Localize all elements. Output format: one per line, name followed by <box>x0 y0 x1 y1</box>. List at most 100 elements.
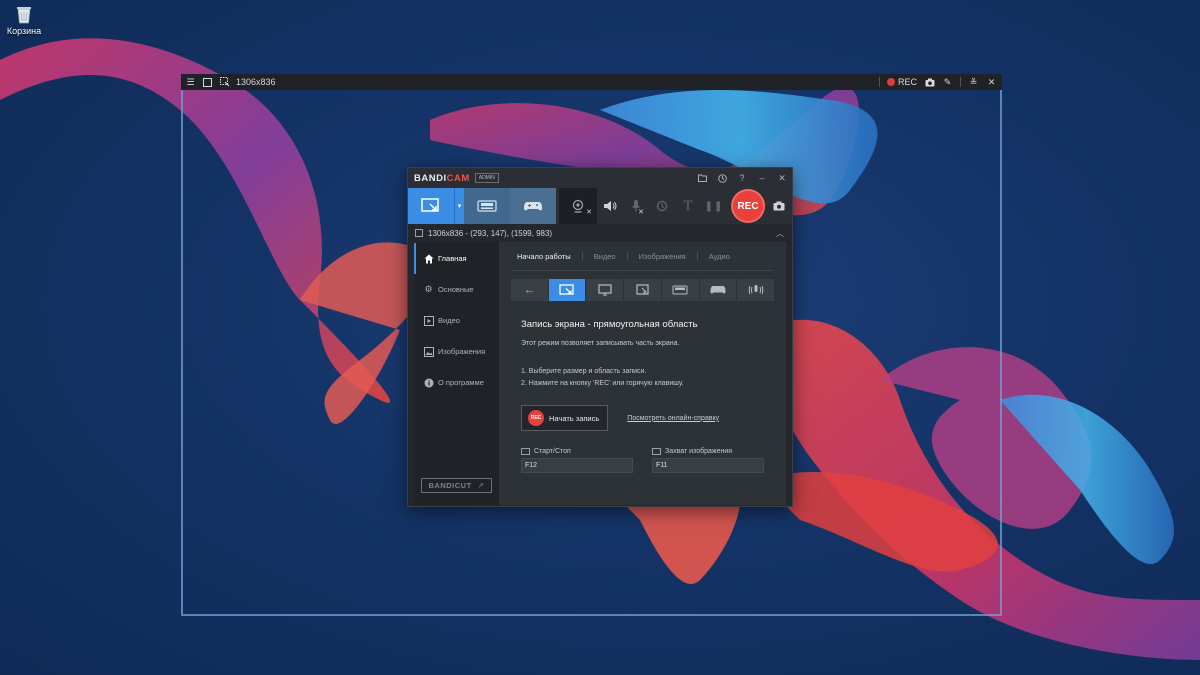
mode-hdmi[interactable] <box>661 279 699 301</box>
speaker-icon <box>604 201 617 211</box>
cursor-area-icon <box>635 284 649 295</box>
divider <box>878 77 880 87</box>
mode-selector: ← <box>511 279 775 301</box>
bandicut-label: BANDICUT <box>428 481 472 490</box>
fullscreen-toggle-icon[interactable] <box>202 77 213 88</box>
app-logo: BANDICAM <box>414 172 470 184</box>
divider <box>696 252 698 260</box>
help-icon[interactable]: ? <box>732 168 752 188</box>
divider <box>626 252 628 260</box>
tab-bar: Начало работы Видео Изображения Аудио <box>511 242 774 271</box>
screenshot-button[interactable] <box>769 188 789 224</box>
start-recording-label: Начать запись <box>549 413 600 423</box>
external-link-icon: ↗ <box>477 481 485 490</box>
tab-getting-started[interactable]: Начало работы <box>511 252 576 261</box>
collapse-up-icon[interactable]: ︿ <box>776 228 784 239</box>
mode-around-mouse[interactable] <box>624 279 661 301</box>
gamepad-icon <box>710 286 726 294</box>
folder-icon[interactable] <box>692 168 712 188</box>
keyboard-icon <box>652 448 661 455</box>
cursor-click-icon <box>656 200 668 212</box>
timer-icon[interactable] <box>712 168 732 188</box>
mode-rectangle[interactable] <box>548 279 586 301</box>
bandicut-button[interactable]: BANDICUT ↗ <box>421 478 492 493</box>
instructions: 1. Выберите размер и область записи. 2. … <box>521 366 764 390</box>
mode-game[interactable] <box>699 279 737 301</box>
pencil-icon[interactable]: ✎ <box>942 77 953 88</box>
tab-audio[interactable]: Аудио <box>704 252 735 261</box>
hotkey-label-row: Старт/Стоп <box>521 448 633 455</box>
tab-video[interactable]: Видео <box>589 252 621 261</box>
keyboard-icon <box>521 448 530 455</box>
collapse-icon[interactable]: ≚ <box>968 77 979 88</box>
mode-fullscreen[interactable] <box>586 279 624 301</box>
hotkey-screenshot-field[interactable]: F11 <box>652 458 764 473</box>
hotkey-label: Захват изображения <box>665 448 733 455</box>
pause-button[interactable]: ❚❚ <box>701 188 727 224</box>
hotkey-screenshot: Захват изображения F11 <box>652 448 764 473</box>
sidebar-item-label: Изображения <box>438 347 486 356</box>
camera-icon <box>773 201 785 211</box>
microphone-button[interactable]: ✕ <box>623 188 649 224</box>
game-mode-button[interactable] <box>510 188 556 224</box>
close-icon[interactable]: ✕ <box>986 77 997 88</box>
rec-button[interactable]: REC <box>731 189 765 223</box>
minimize-icon[interactable]: – <box>752 168 772 188</box>
gear-icon: ⚙ <box>424 284 433 294</box>
rec-toggle[interactable]: REC <box>886 77 917 87</box>
select-region-icon[interactable] <box>219 77 230 88</box>
disabled-x-icon: ✕ <box>586 209 592 216</box>
close-icon[interactable]: ✕ <box>772 168 792 188</box>
tab-images[interactable]: Изображения <box>634 252 691 261</box>
hdmi-device-icon <box>477 200 497 212</box>
menu-icon[interactable]: ☰ <box>185 77 196 88</box>
rectangle-area-icon <box>421 198 439 212</box>
rec-badge-icon: REC <box>528 410 544 426</box>
image-icon <box>423 346 434 357</box>
region-info-bar: 1306x836 - (293, 147), (1599, 983) ︿ <box>408 224 792 242</box>
webcam-icon <box>572 199 584 213</box>
window-body: Главная ⚙ Основные Видео Изображения О п… <box>414 242 786 505</box>
hotkeys-row: Старт/Стоп F12 Захват изображения F11 <box>521 448 764 473</box>
sidebar-item-video[interactable]: Видео <box>414 305 499 336</box>
mode-audio-only[interactable] <box>737 279 775 301</box>
mode-dropdown-button[interactable]: ▾ <box>454 188 464 224</box>
sidebar-item-about[interactable]: О программе <box>414 367 499 398</box>
section-title: Запись экрана - прямоугольная область <box>521 319 698 330</box>
action-row: REC Начать запись Посмотреть онлайн-спра… <box>521 405 764 431</box>
recycle-bin-label: Корзина <box>6 26 42 36</box>
region-checkbox[interactable] <box>415 229 423 237</box>
mouse-effect-button[interactable] <box>649 188 675 224</box>
home-icon <box>423 253 434 264</box>
capture-region-toolbar[interactable]: ☰ 1306x836 REC ✎ ≚ ✕ <box>181 74 1002 90</box>
desktop-recycle-bin[interactable]: Корзина <box>6 4 42 36</box>
camera-icon[interactable] <box>924 77 935 88</box>
pause-icon: ❚❚ <box>704 200 724 212</box>
hotkey-label-row: Захват изображения <box>652 448 764 455</box>
region-info-text: 1306x836 - (293, 147), (1599, 983) <box>428 228 553 238</box>
hotkey-label: Старт/Стоп <box>534 448 571 455</box>
sidebar-item-images[interactable]: Изображения <box>414 336 499 367</box>
arrow-left-icon: ← <box>523 284 535 296</box>
webcam-button[interactable]: ✕ <box>559 188 597 224</box>
online-help-link[interactable]: Посмотреть онлайн-справку <box>627 415 719 422</box>
sidebar-item-general[interactable]: ⚙ Основные <box>414 274 499 305</box>
text-icon: T <box>683 198 693 214</box>
divider <box>581 252 583 260</box>
text-overlay-button[interactable]: T <box>675 188 701 224</box>
window-titlebar[interactable]: BANDICAM ADMIN ? – ✕ <box>408 168 792 188</box>
hdmi-mode-button[interactable] <box>464 188 510 224</box>
bandicam-window: BANDICAM ADMIN ? – ✕ ▾ ✕ ✕ T ❚❚ REC 1306… <box>407 167 793 507</box>
microphone-waves-icon <box>748 285 763 295</box>
back-button[interactable]: ← <box>511 279 548 301</box>
start-recording-button[interactable]: REC Начать запись <box>521 405 609 431</box>
record-dot-icon <box>886 78 895 86</box>
gamepad-icon <box>524 202 542 211</box>
screen-rect-mode-button[interactable] <box>408 188 454 224</box>
hotkey-start-stop-field[interactable]: F12 <box>521 458 633 473</box>
sidebar-item-label: О программе <box>438 378 484 387</box>
sidebar-item-home[interactable]: Главная <box>414 243 499 274</box>
content-area: Запись экрана - прямоугольная область Эт… <box>511 301 774 473</box>
speaker-button[interactable] <box>597 188 623 224</box>
divider <box>960 77 961 87</box>
